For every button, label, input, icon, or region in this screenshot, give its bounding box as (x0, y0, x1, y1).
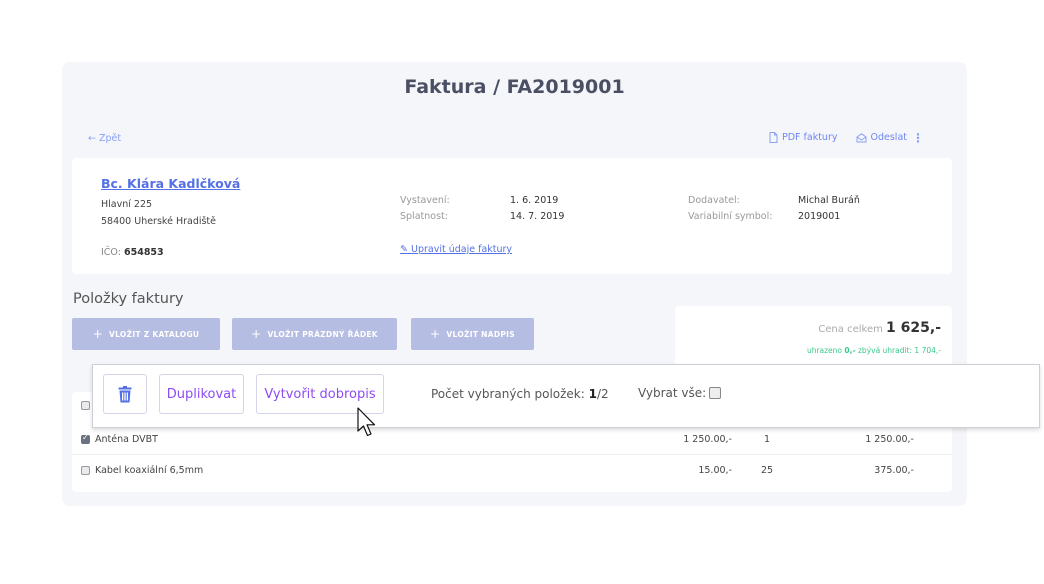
insert-heading-label: VLOŽIT NADPIS (446, 329, 515, 339)
stage: Faktura / FA2019001 ← Zpět PDF faktury O… (0, 0, 1044, 584)
plus-icon: + (430, 327, 441, 341)
selection-toolbar: Duplikovat Vytvořit dobropis Počet vybra… (92, 364, 1040, 428)
supplier-row: Dodavatel: (688, 195, 740, 206)
issued-value: 1. 6. 2019 (510, 195, 559, 206)
total-label: Cena celkem (818, 324, 883, 335)
item-price: 1 250.00,- (683, 434, 732, 445)
selected-count-label: Počet vybraných položek: (431, 387, 585, 401)
vs-value: 2019001 (798, 211, 841, 222)
supplier-value-wrap: Michal Buráň (798, 195, 860, 206)
top-actions: PDF faktury Odeslat (769, 132, 907, 143)
pencil-icon: ✎ (400, 244, 408, 255)
paid-value: 0,- (844, 346, 856, 355)
due-value: 14. 7. 2019 (510, 211, 565, 222)
issued-label: Vystavení: (400, 195, 450, 206)
table-row[interactable]: Kabel koaxiální 6,5mm 15.00,- 25 375.00,… (72, 456, 952, 486)
vs-value-wrap: 2019001 (798, 211, 840, 222)
insert-from-catalog-button[interactable]: + VLOŽIT Z KATALOGU (72, 318, 220, 350)
insert-empty-row-label: VLOŽIT PRÁZDNÝ ŘÁDEK (267, 329, 378, 339)
send-label: Odeslat (870, 132, 908, 143)
item-qty: 1 (763, 434, 771, 445)
item-name: Kabel koaxiální 6,5mm (95, 465, 204, 476)
item-qty: 25 (760, 465, 774, 476)
selected-count-value: 1 (588, 387, 597, 401)
item-price: 15.00,- (698, 465, 732, 476)
paid-prefix: uhrazeno (806, 346, 843, 355)
items-section-title: Položky faktury (73, 291, 184, 307)
select-all-label: Vybrat vše: (638, 386, 707, 400)
pdf-label: PDF faktury (782, 132, 838, 143)
select-all: Vybrat vše: (638, 386, 722, 400)
edit-invoice-link[interactable]: ✎ Upravit údaje faktury (400, 244, 512, 255)
invoice-page: Faktura / FA2019001 ← Zpět PDF faktury O… (62, 62, 967, 506)
plus-icon: + (92, 327, 104, 341)
totals-box: Cena celkem 1 625,- uhrazeno 0,- zbývá u… (675, 306, 952, 368)
edit-invoice-label: Upravit údaje faktury (411, 244, 513, 255)
customer-ico: IČO: 654853 (101, 247, 164, 258)
payment-status: uhrazeno 0,- zbývá uhradit: 1 704,- (807, 346, 941, 355)
selected-count-total: /2 (596, 387, 609, 401)
supplier-value: Michal Buráň (798, 195, 860, 206)
vs-label: Variabilní symbol: (688, 211, 773, 222)
supplier-label: Dodavatel: (688, 195, 740, 206)
header-checkbox[interactable] (81, 401, 90, 410)
item-total: 1 250.00,- (865, 434, 914, 445)
plus-icon: + (251, 327, 262, 341)
due-value-wrap: 14. 7. 2019 (510, 211, 564, 222)
duplicate-button[interactable]: Duplikovat (159, 374, 244, 414)
insert-from-catalog-label: VLOŽIT Z KATALOGU (109, 329, 200, 339)
item-total: 375.00,- (874, 465, 914, 476)
total-price: Cena celkem 1 625,- (818, 320, 941, 336)
customer-city: 58400 Uherské Hradiště (101, 216, 217, 227)
total-value: 1 625,- (886, 320, 941, 336)
delete-button[interactable] (103, 374, 147, 414)
mouse-cursor-icon (357, 407, 376, 437)
item-name: Anténa DVBT (95, 434, 158, 445)
selected-count: Počet vybraných položek: 1/2 (431, 387, 609, 401)
page-title: Faktura / FA2019001 (404, 76, 625, 98)
issued-row: Vystavení: (400, 195, 450, 206)
insert-empty-row-button[interactable]: + VLOŽIT PRÁZDNÝ ŘÁDEK (232, 318, 397, 350)
remaining-text: zbývá uhradit: 1 704,- (858, 346, 941, 355)
send-button[interactable]: Odeslat (856, 132, 908, 143)
row-checkbox[interactable] (81, 466, 90, 475)
customer-name-link[interactable]: Bc. Klára Kadlčková (101, 176, 240, 191)
ico-value: 654853 (123, 247, 164, 258)
row-checkbox[interactable] (81, 433, 90, 444)
arrow-left-icon: ← (88, 133, 96, 144)
document-icon (769, 132, 778, 143)
insert-heading-button[interactable]: + VLOŽIT NADPIS (411, 318, 534, 350)
table-row[interactable]: Anténa DVBT 1 250.00,- 1 1 250.00,- (72, 425, 952, 455)
send-icon (856, 132, 866, 142)
due-label: Splatnost: (400, 211, 448, 222)
more-icon[interactable]: ⋮ (912, 131, 924, 145)
due-row: Splatnost: (400, 211, 448, 222)
issued-value-wrap: 1. 6. 2019 (510, 195, 558, 206)
back-link[interactable]: ← Zpět (88, 133, 121, 144)
select-all-checkbox[interactable] (709, 387, 722, 399)
trash-icon (118, 385, 132, 402)
invoice-header-card: Bc. Klára Kadlčková Hlavní 225 58400 Uhe… (72, 158, 952, 274)
customer-street: Hlavní 225 (101, 199, 153, 210)
pdf-button[interactable]: PDF faktury (769, 132, 838, 143)
back-label: Zpět (98, 133, 122, 144)
vs-row: Variabilní symbol: (688, 211, 772, 222)
ico-label: IČO: (101, 247, 121, 258)
